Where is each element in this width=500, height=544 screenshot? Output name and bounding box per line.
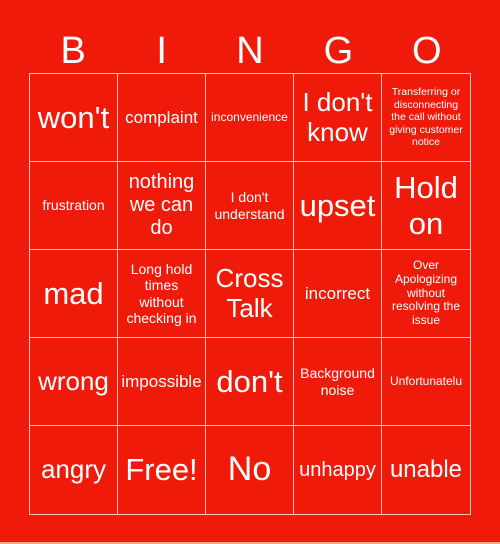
- bingo-cell[interactable]: angry: [30, 426, 118, 514]
- bingo-card-grid: won't complaint inconvenience I don't kn…: [29, 73, 471, 515]
- bingo-cell[interactable]: upset: [294, 162, 382, 250]
- bingo-cell[interactable]: No: [206, 426, 294, 514]
- bingo-cell[interactable]: complaint: [118, 74, 206, 162]
- header-letter-b: B: [60, 30, 86, 72]
- bingo-header: B I N G O: [29, 28, 471, 74]
- bingo-cell[interactable]: nothing we can do: [118, 162, 206, 250]
- bingo-cell[interactable]: Long hold times without checking in: [118, 250, 206, 338]
- bingo-cell[interactable]: I don't understand: [206, 162, 294, 250]
- bingo-cell[interactable]: Transferring or disconnecting the call w…: [382, 74, 470, 162]
- bingo-cell[interactable]: Over Apologizing without resolving the i…: [382, 250, 470, 338]
- bingo-cell[interactable]: mad: [30, 250, 118, 338]
- free-space-cell[interactable]: Free!: [118, 426, 206, 514]
- bingo-cell[interactable]: unhappy: [294, 426, 382, 514]
- bingo-cell[interactable]: frustration: [30, 162, 118, 250]
- bingo-cell[interactable]: Background noise: [294, 338, 382, 426]
- bingo-cell[interactable]: wrong: [30, 338, 118, 426]
- bingo-cell[interactable]: won't: [30, 74, 118, 162]
- header-letter-g: G: [323, 30, 354, 72]
- bingo-cell[interactable]: Cross Talk: [206, 250, 294, 338]
- bingo-cell[interactable]: inconvenience: [206, 74, 294, 162]
- bingo-cell[interactable]: I don't know: [294, 74, 382, 162]
- bingo-cell[interactable]: don't: [206, 338, 294, 426]
- header-letter-i: I: [156, 30, 167, 72]
- bingo-cell[interactable]: Unfortunatelu: [382, 338, 470, 426]
- bingo-cell[interactable]: unable: [382, 426, 470, 514]
- bingo-cell[interactable]: incorrect: [294, 250, 382, 338]
- header-letter-n: N: [236, 30, 264, 72]
- header-letter-o: O: [412, 30, 442, 72]
- bingo-cell[interactable]: impossible: [118, 338, 206, 426]
- bingo-cell[interactable]: Hold on: [382, 162, 470, 250]
